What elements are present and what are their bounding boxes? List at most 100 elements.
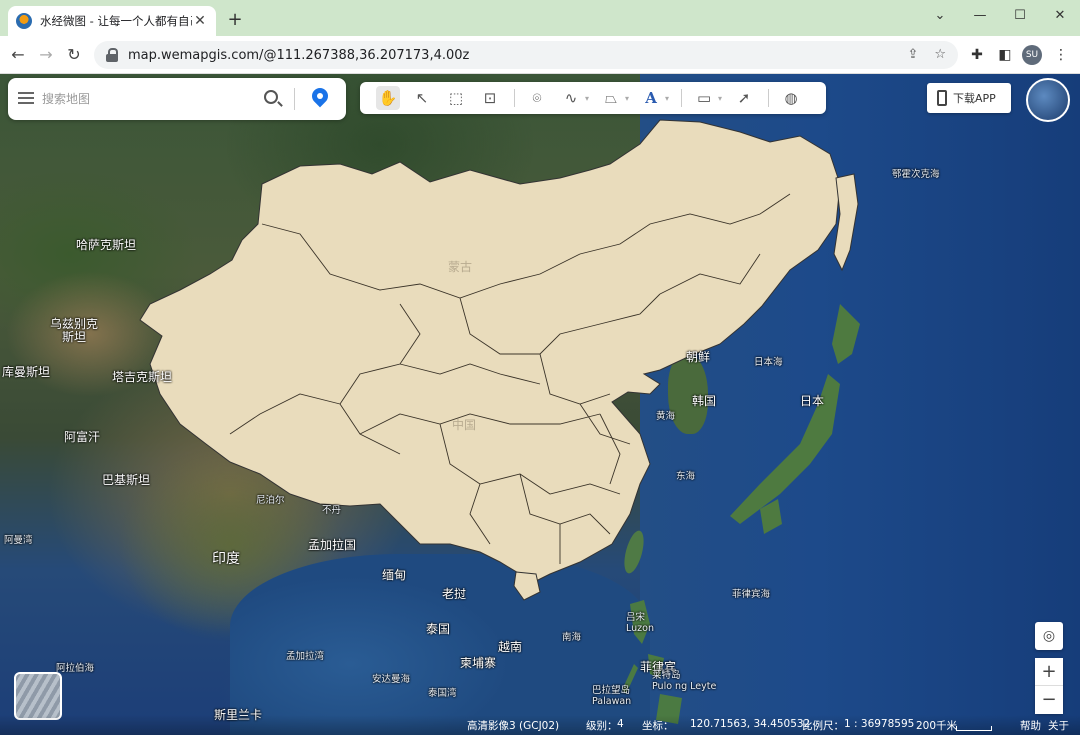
label-vietnam: 越南 xyxy=(498,640,523,654)
label-south-sea: 南海 xyxy=(562,632,582,643)
label-china: 中国 xyxy=(452,418,477,432)
chevron-down-icon[interactable]: ▾ xyxy=(625,94,629,103)
scale-bar-label: 200千米 xyxy=(916,720,958,732)
search-panel xyxy=(8,78,346,120)
label-philippine-sea: 菲律宾海 xyxy=(732,589,771,600)
label-tajikistan: 塔吉克斯坦 xyxy=(112,370,173,384)
label-yellow-sea: 黄海 xyxy=(656,411,676,422)
label-kazakhstan: 哈萨克斯坦 xyxy=(76,238,137,252)
share-icon[interactable]: ⇪ xyxy=(907,47,918,62)
label-palawan: 巴拉望岛 Palawan xyxy=(592,685,632,707)
label-sea-of-japan: 日本海 xyxy=(754,357,783,368)
help-link[interactable]: 帮助 xyxy=(1020,718,1041,733)
label-gulf-of-thailand: 泰国湾 xyxy=(428,688,457,699)
map-status-bar: 高清影像3 (GCJ02) 级别： 4 坐标： 120.71563, 34.45… xyxy=(0,715,1080,735)
scale-bar xyxy=(956,726,992,731)
label-okhotsk-sea: 鄂霍次克海 xyxy=(892,169,940,180)
zoom-stack: + − xyxy=(1035,658,1063,714)
search-input[interactable] xyxy=(42,88,242,110)
address-bar[interactable]: map.wemapgis.com/@111.267388,36.207173,4… xyxy=(94,41,958,69)
text-icon[interactable]: A xyxy=(639,86,663,110)
polyline-icon[interactable]: ∿ xyxy=(559,86,583,110)
label-laos: 老挝 xyxy=(442,587,467,601)
label-south-korea: 韩国 xyxy=(692,394,717,408)
label-arabian-sea: 阿拉伯海 xyxy=(56,663,95,674)
hamburger-menu-icon[interactable] xyxy=(18,92,34,104)
label-myanmar: 缅甸 xyxy=(382,568,407,582)
side-panel-icon[interactable]: ◧ xyxy=(994,44,1016,66)
label-japan: 日本 xyxy=(800,394,825,408)
level-value: 4 xyxy=(617,718,624,730)
label-cambodia: 柬埔寨 xyxy=(460,656,497,670)
search-divider xyxy=(294,88,295,110)
label-andaman-sea: 安达曼海 xyxy=(372,674,411,685)
favicon-icon xyxy=(16,13,32,29)
forward-arrow-icon[interactable]: → xyxy=(34,43,58,67)
label-leyte: 莱特岛 Pulo ng Leyte xyxy=(652,670,717,692)
toolbar-divider xyxy=(514,89,515,107)
basemap-layer-switcher[interactable] xyxy=(14,672,62,720)
reload-icon[interactable]: ↻ xyxy=(62,43,86,67)
back-arrow-icon[interactable]: ← xyxy=(6,43,30,67)
bookmark-star-icon[interactable]: ☆ xyxy=(934,47,946,62)
label-turkmenistan: 库曼斯坦 xyxy=(2,365,51,379)
maximize-button[interactable]: ☐ xyxy=(1000,4,1040,28)
globe-view-thumbnail[interactable] xyxy=(1026,78,1070,122)
label-bay-of-bengal: 孟加拉湾 xyxy=(286,651,325,662)
label-north-korea: 朝鲜 xyxy=(686,350,711,364)
chevron-down-icon[interactable]: ▾ xyxy=(718,94,722,103)
zoom-extent-icon[interactable]: ⊡ xyxy=(478,86,502,110)
phone-icon xyxy=(937,90,947,106)
download-app-button[interactable]: 下载APP xyxy=(927,83,1011,113)
zoom-out-button[interactable]: − xyxy=(1035,686,1063,714)
label-nepal: 尼泊尔 xyxy=(256,495,285,506)
polygon-icon[interactable]: ⏢ xyxy=(599,86,623,110)
toolbar-divider xyxy=(768,89,770,107)
scale-label: 比例尺： xyxy=(802,720,844,732)
measure-ruler-icon[interactable]: ▭ xyxy=(692,86,716,110)
about-link[interactable]: 关于 xyxy=(1048,718,1069,733)
marker-icon[interactable]: ⌾ xyxy=(525,86,549,110)
location-pin-icon[interactable] xyxy=(308,84,332,108)
tab-search-icon[interactable]: ⌄ xyxy=(920,4,960,28)
globe-icon[interactable]: ◍ xyxy=(779,86,803,110)
box-select-icon[interactable]: ⬚ xyxy=(444,86,468,110)
label-uzbekistan: 乌兹别克 斯坦 xyxy=(50,317,99,344)
label-pakistan: 巴基斯坦 xyxy=(102,473,151,487)
zoom-in-button[interactable]: + xyxy=(1035,658,1063,686)
pan-hand-icon[interactable]: ✋ xyxy=(376,86,400,110)
coord-label: 坐标： xyxy=(642,720,674,732)
close-window-button[interactable]: ✕ xyxy=(1040,4,1080,28)
url-text[interactable]: map.wemapgis.com/@111.267388,36.207173,4… xyxy=(128,48,469,63)
search-icon[interactable] xyxy=(264,90,278,104)
new-tab-button[interactable]: + xyxy=(224,9,246,31)
chevron-down-icon[interactable]: ▾ xyxy=(665,94,669,103)
label-thailand: 泰国 xyxy=(426,622,451,636)
zoom-controls: ◎ + − xyxy=(1035,622,1063,714)
level-label: 级别： xyxy=(586,720,618,732)
map-canvas[interactable]: 哈萨克斯坦 乌兹别克 斯坦 库曼斯坦 塔吉克斯坦 阿富汗 巴基斯坦 印度 尼泊尔… xyxy=(0,74,1080,735)
label-east-sea: 东海 xyxy=(676,471,696,482)
chevron-down-icon[interactable]: ▾ xyxy=(585,94,589,103)
profile-avatar[interactable]: SU xyxy=(1022,45,1042,65)
browser-window: 水经微图 - 让每一个人都有自己的 ✕ + ⌄ — ☐ ✕ ← → ↻ map.… xyxy=(0,0,1080,735)
lock-icon xyxy=(106,48,118,62)
tab-bar: 水经微图 - 让每一个人都有自己的 ✕ + ⌄ — ☐ ✕ xyxy=(0,0,1080,36)
tab-title: 水经微图 - 让每一个人都有自己的 xyxy=(40,14,192,28)
label-afghanistan: 阿富汗 xyxy=(64,430,101,444)
coord-value: 120.71563, 34.450532 xyxy=(690,718,811,730)
label-bhutan: 不丹 xyxy=(322,505,342,516)
drawing-toolbar: ✋ ↖ ⬚ ⊡ ⌾ ∿ ▾ ⏢ ▾ A ▾ ▭ ▾ ➚ ◍ xyxy=(360,82,826,114)
kebab-menu-icon[interactable]: ⋮ xyxy=(1050,44,1072,66)
tab-close-icon[interactable]: ✕ xyxy=(192,13,208,29)
label-mongolia: 蒙古 xyxy=(448,260,473,274)
browser-tab[interactable]: 水经微图 - 让每一个人都有自己的 ✕ xyxy=(8,6,216,36)
scale-value: 1 : 36978595 xyxy=(844,718,915,730)
minimize-button[interactable]: — xyxy=(960,4,1000,28)
extensions-puzzle-icon[interactable]: ✚ xyxy=(966,44,988,66)
label-bangladesh: 孟加拉国 xyxy=(308,538,357,552)
download-app-label: 下载APP xyxy=(953,92,996,105)
info-cursor-icon[interactable]: ➚ xyxy=(732,86,756,110)
locate-me-button[interactable]: ◎ xyxy=(1035,622,1063,650)
select-arrow-icon[interactable]: ↖ xyxy=(410,86,434,110)
